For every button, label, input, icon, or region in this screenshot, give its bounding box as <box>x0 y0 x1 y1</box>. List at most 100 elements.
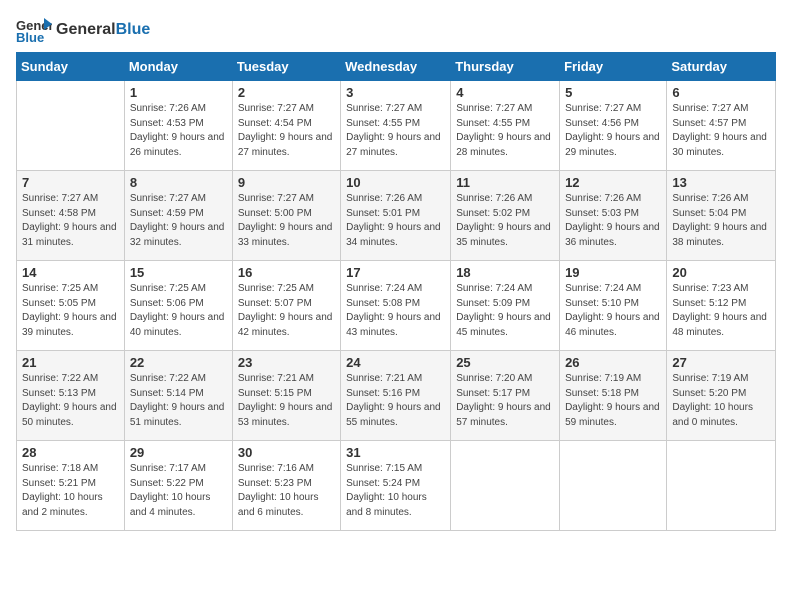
day-number: 26 <box>565 355 661 370</box>
calendar-cell: 17 Sunrise: 7:24 AMSunset: 5:08 PMDayligh… <box>341 261 451 351</box>
logo: General Blue GeneralBlue <box>16 16 150 44</box>
calendar-cell: 24 Sunrise: 7:21 AMSunset: 5:16 PMDayligh… <box>341 351 451 441</box>
calendar-cell: 3 Sunrise: 7:27 AMSunset: 4:55 PMDaylight… <box>341 81 451 171</box>
calendar-cell: 27 Sunrise: 7:19 AMSunset: 5:20 PMDayligh… <box>667 351 776 441</box>
calendar-week-4: 21 Sunrise: 7:22 AMSunset: 5:13 PMDayligh… <box>17 351 776 441</box>
day-number: 30 <box>238 445 335 460</box>
calendar-cell: 23 Sunrise: 7:21 AMSunset: 5:15 PMDayligh… <box>232 351 340 441</box>
day-info: Sunrise: 7:25 AMSunset: 5:06 PMDaylight:… <box>130 282 227 340</box>
day-info: Sunrise: 7:21 AMSunset: 5:16 PMDaylight:… <box>346 372 445 430</box>
calendar-header-row: SundayMondayTuesdayWednesdayThursdayFrid… <box>17 53 776 81</box>
day-number: 29 <box>130 445 227 460</box>
day-info: Sunrise: 7:16 AMSunset: 5:23 PMDaylight:… <box>238 462 335 520</box>
day-number: 8 <box>130 175 227 190</box>
day-info: Sunrise: 7:18 AMSunset: 5:21 PMDaylight:… <box>22 462 119 520</box>
calendar-cell: 2 Sunrise: 7:27 AMSunset: 4:54 PMDaylight… <box>232 81 340 171</box>
day-info: Sunrise: 7:24 AMSunset: 5:10 PMDaylight:… <box>565 282 661 340</box>
column-header-monday: Monday <box>124 53 232 81</box>
day-number: 17 <box>346 265 445 280</box>
calendar-cell: 6 Sunrise: 7:27 AMSunset: 4:57 PMDaylight… <box>667 81 776 171</box>
calendar-cell: 7Sunrise: 7:27 AMSunset: 4:58 PMDaylight… <box>17 171 125 261</box>
day-info: Sunrise: 7:24 AMSunset: 5:08 PMDaylight:… <box>346 282 445 340</box>
day-info: Sunrise: 7:21 AMSunset: 5:15 PMDaylight:… <box>238 372 335 430</box>
calendar-cell <box>667 441 776 531</box>
calendar-cell: 28 Sunrise: 7:18 AMSunset: 5:21 PMDayligh… <box>17 441 125 531</box>
day-number: 6 <box>672 85 770 100</box>
day-info: Sunrise: 7:25 AMSunset: 5:05 PMDaylight:… <box>22 282 119 340</box>
day-number: 19 <box>565 265 661 280</box>
calendar-cell <box>17 81 125 171</box>
column-header-saturday: Saturday <box>667 53 776 81</box>
calendar-cell: 25 Sunrise: 7:20 AMSunset: 5:17 PMDayligh… <box>451 351 560 441</box>
calendar-cell: 14 Sunrise: 7:25 AMSunset: 5:05 PMDayligh… <box>17 261 125 351</box>
day-number: 2 <box>238 85 335 100</box>
day-number: 5 <box>565 85 661 100</box>
day-info: Sunrise: 7:24 AMSunset: 5:09 PMDaylight:… <box>456 282 554 340</box>
day-number: 27 <box>672 355 770 370</box>
calendar-cell: 15 Sunrise: 7:25 AMSunset: 5:06 PMDayligh… <box>124 261 232 351</box>
calendar-cell: 9 Sunrise: 7:27 AMSunset: 5:00 PMDaylight… <box>232 171 340 261</box>
day-info: Sunrise: 7:27 AMSunset: 4:59 PMDaylight:… <box>130 192 227 250</box>
day-info: Sunrise: 7:26 AMSunset: 5:04 PMDaylight:… <box>672 192 770 250</box>
day-info: Sunrise: 7:22 AMSunset: 5:14 PMDaylight:… <box>130 372 227 430</box>
calendar-cell: 4 Sunrise: 7:27 AMSunset: 4:55 PMDaylight… <box>451 81 560 171</box>
day-number: 15 <box>130 265 227 280</box>
day-number: 9 <box>238 175 335 190</box>
day-number: 28 <box>22 445 119 460</box>
day-number: 20 <box>672 265 770 280</box>
day-info: Sunrise: 7:27 AMSunset: 5:00 PMDaylight:… <box>238 192 335 250</box>
day-info: Sunrise: 7:26 AMSunset: 5:01 PMDaylight:… <box>346 192 445 250</box>
day-number: 21 <box>22 355 119 370</box>
day-info: Sunrise: 7:26 AMSunset: 5:02 PMDaylight:… <box>456 192 554 250</box>
calendar-cell: 19 Sunrise: 7:24 AMSunset: 5:10 PMDayligh… <box>560 261 667 351</box>
day-info: Sunrise: 7:22 AMSunset: 5:13 PMDaylight:… <box>22 372 119 430</box>
calendar-cell: 21 Sunrise: 7:22 AMSunset: 5:13 PMDayligh… <box>17 351 125 441</box>
day-number: 3 <box>346 85 445 100</box>
day-number: 4 <box>456 85 554 100</box>
svg-text:Blue: Blue <box>16 30 44 44</box>
logo-icon: General Blue <box>16 16 52 44</box>
calendar-cell: 31Sunrise: 7:15 AMSunset: 5:24 PMDayligh… <box>341 441 451 531</box>
day-info: Sunrise: 7:20 AMSunset: 5:17 PMDaylight:… <box>456 372 554 430</box>
day-info: Sunrise: 7:26 AMSunset: 4:53 PMDaylight:… <box>130 102 227 160</box>
calendar-week-3: 14 Sunrise: 7:25 AMSunset: 5:05 PMDayligh… <box>17 261 776 351</box>
calendar-cell: 5Sunrise: 7:27 AMSunset: 4:56 PMDaylight… <box>560 81 667 171</box>
day-info: Sunrise: 7:25 AMSunset: 5:07 PMDaylight:… <box>238 282 335 340</box>
day-number: 25 <box>456 355 554 370</box>
day-number: 23 <box>238 355 335 370</box>
day-number: 18 <box>456 265 554 280</box>
calendar-cell: 26 Sunrise: 7:19 AMSunset: 5:18 PMDayligh… <box>560 351 667 441</box>
day-info: Sunrise: 7:19 AMSunset: 5:20 PMDaylight:… <box>672 372 770 430</box>
calendar-cell: 20Sunrise: 7:23 AMSunset: 5:12 PMDayligh… <box>667 261 776 351</box>
calendar-cell: 29Sunrise: 7:17 AMSunset: 5:22 PMDayligh… <box>124 441 232 531</box>
calendar-table: SundayMondayTuesdayWednesdayThursdayFrid… <box>16 52 776 531</box>
calendar-cell: 8 Sunrise: 7:27 AMSunset: 4:59 PMDaylight… <box>124 171 232 261</box>
day-number: 12 <box>565 175 661 190</box>
column-header-thursday: Thursday <box>451 53 560 81</box>
day-info: Sunrise: 7:27 AMSunset: 4:57 PMDaylight:… <box>672 102 770 160</box>
day-number: 16 <box>238 265 335 280</box>
day-info: Sunrise: 7:27 AMSunset: 4:55 PMDaylight:… <box>346 102 445 160</box>
day-number: 7 <box>22 175 119 190</box>
day-info: Sunrise: 7:26 AMSunset: 5:03 PMDaylight:… <box>565 192 661 250</box>
day-info: Sunrise: 7:27 AMSunset: 4:54 PMDaylight:… <box>238 102 335 160</box>
column-header-friday: Friday <box>560 53 667 81</box>
calendar-cell <box>451 441 560 531</box>
day-number: 14 <box>22 265 119 280</box>
day-number: 13 <box>672 175 770 190</box>
column-header-sunday: Sunday <box>17 53 125 81</box>
column-header-wednesday: Wednesday <box>341 53 451 81</box>
day-number: 24 <box>346 355 445 370</box>
calendar-cell: 12 Sunrise: 7:26 AMSunset: 5:03 PMDayligh… <box>560 171 667 261</box>
calendar-cell: 11Sunrise: 7:26 AMSunset: 5:02 PMDayligh… <box>451 171 560 261</box>
calendar-cell <box>560 441 667 531</box>
calendar-cell: 13 Sunrise: 7:26 AMSunset: 5:04 PMDayligh… <box>667 171 776 261</box>
column-header-tuesday: Tuesday <box>232 53 340 81</box>
calendar-week-1: 1Sunrise: 7:26 AMSunset: 4:53 PMDaylight… <box>17 81 776 171</box>
day-number: 10 <box>346 175 445 190</box>
day-info: Sunrise: 7:19 AMSunset: 5:18 PMDaylight:… <box>565 372 661 430</box>
calendar-cell: 10 Sunrise: 7:26 AMSunset: 5:01 PMDayligh… <box>341 171 451 261</box>
calendar-cell: 1Sunrise: 7:26 AMSunset: 4:53 PMDaylight… <box>124 81 232 171</box>
day-info: Sunrise: 7:27 AMSunset: 4:55 PMDaylight:… <box>456 102 554 160</box>
day-number: 31 <box>346 445 445 460</box>
